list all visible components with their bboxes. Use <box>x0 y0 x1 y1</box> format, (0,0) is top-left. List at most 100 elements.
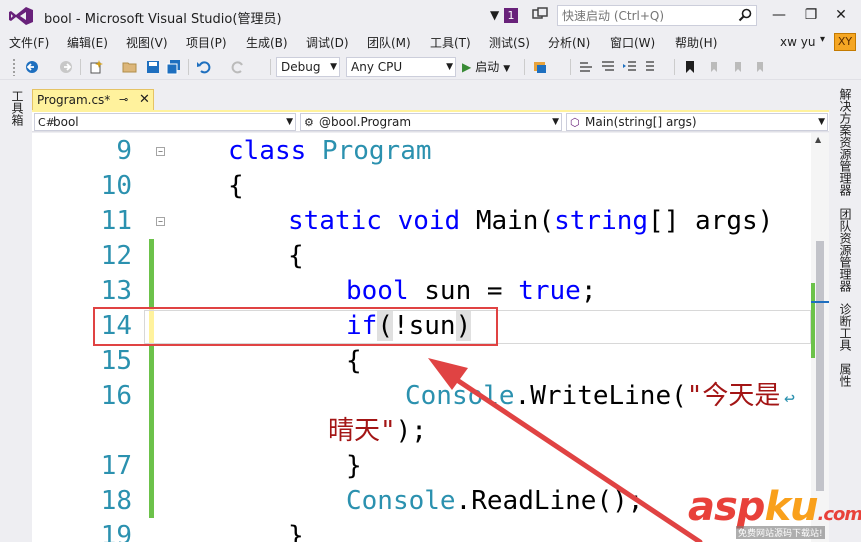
menu-file[interactable]: 文件(F) <box>9 34 49 51</box>
restore-button[interactable]: ❐ <box>796 5 826 25</box>
toolbar-separator <box>570 59 571 75</box>
pin-icon[interactable]: ⊸ <box>119 90 128 110</box>
diagnostic-tools-tab[interactable]: 诊断工具 <box>836 303 852 351</box>
toolbar-separator <box>674 59 675 75</box>
indent-icon[interactable] <box>622 59 638 75</box>
tab-program-cs[interactable]: Program.cs* ⊸ ✕ <box>32 89 154 111</box>
menu-team[interactable]: 团队(M) <box>367 34 411 51</box>
project-value: bool <box>53 115 79 129</box>
member-dropdown[interactable]: ⬡ Main(string[] args) ▼ <box>566 113 828 131</box>
user-name[interactable]: xw yu <box>780 35 815 49</box>
menu-analyze[interactable]: 分析(N) <box>548 34 590 51</box>
navigate-back-icon[interactable] <box>24 59 40 75</box>
chevron-down-icon: ▼ <box>552 117 559 127</box>
outdent-icon[interactable] <box>644 59 660 75</box>
type-dropdown[interactable]: ⚙ @bool.Program ▼ <box>300 113 562 131</box>
solution-platform-dropdown[interactable]: Any CPU ▼ <box>346 57 456 77</box>
code-line: bool sun = true; <box>346 274 596 309</box>
code-token: } <box>288 521 304 542</box>
code-token: [] args) <box>648 206 774 236</box>
menu-window[interactable]: 窗口(W) <box>610 34 655 51</box>
code-token: .WriteLine( <box>514 381 687 411</box>
avatar[interactable]: XY <box>834 33 856 51</box>
start-label: 启动 <box>475 60 500 74</box>
change-bar-saved <box>149 413 154 518</box>
code-line: } <box>346 449 362 484</box>
clear-bookmarks-icon[interactable] <box>752 59 768 75</box>
code-token: Main( <box>475 206 555 236</box>
notification-count-badge: 1 <box>504 8 518 23</box>
collapse-toggle[interactable]: − <box>156 217 165 226</box>
code-line: static void Main(string[] args) <box>288 204 773 239</box>
save-icon[interactable] <box>145 59 161 75</box>
bookmark-icon[interactable] <box>682 59 698 75</box>
toolbar-separator <box>188 59 189 75</box>
chevron-down-icon: ▼ <box>446 62 453 72</box>
code-token: ); <box>395 416 427 446</box>
save-all-icon[interactable] <box>166 59 182 75</box>
properties-tab[interactable]: 属性 <box>836 363 852 387</box>
next-bookmark-icon[interactable] <box>730 59 746 75</box>
highlight-annotation-box <box>93 307 498 346</box>
code-token: ; <box>580 276 597 306</box>
solution-explorer-tab[interactable]: 解决方案资源管理器 <box>836 88 852 196</box>
code-token: { <box>346 346 362 376</box>
code-line: { <box>346 344 362 379</box>
minimize-button[interactable]: — <box>764 5 794 25</box>
watermark-tagline: 免费网站源码下载站! <box>736 526 825 539</box>
menu-test[interactable]: 测试(S) <box>489 34 530 51</box>
close-window-button[interactable]: ✕ <box>826 5 856 25</box>
play-icon: ▶ <box>462 60 472 74</box>
browser-link-icon[interactable] <box>532 59 548 75</box>
project-dropdown[interactable]: C# bool ▼ <box>34 113 296 131</box>
redo-icon[interactable] <box>230 59 246 75</box>
code-token: true <box>518 276 581 306</box>
menu-build[interactable]: 生成(B) <box>246 34 288 51</box>
tab-label: Program.cs* <box>37 93 111 107</box>
solution-configuration-value: Debug <box>281 60 321 74</box>
menu-debug[interactable]: 调试(D) <box>306 34 349 51</box>
scroll-up-arrow-icon[interactable]: ▲ <box>815 135 821 144</box>
menu-project[interactable]: 项目(P) <box>186 34 227 51</box>
code-line: } <box>288 519 304 542</box>
start-debugging-button[interactable]: ▶ 启动 ▼ <box>462 58 510 76</box>
menu-help[interactable]: 帮助(H) <box>675 34 717 51</box>
notifications-button[interactable]: ▼ 1 <box>490 7 520 25</box>
title-bar: bool - Microsoft Visual Studio(管理员) ▼ 1 … <box>0 0 861 32</box>
code-token: 晴天" <box>328 416 396 446</box>
toolbox-tab[interactable]: 工具箱 <box>8 90 24 126</box>
line-number: 9 <box>116 136 132 166</box>
menu-edit[interactable]: 编辑(E) <box>67 34 108 51</box>
close-icon[interactable]: ✕ <box>139 90 150 110</box>
toolbar-grip[interactable] <box>12 58 16 76</box>
line-number: 16 <box>100 381 132 411</box>
menu-view[interactable]: 视图(V) <box>126 34 168 51</box>
navigate-forward-icon[interactable] <box>58 59 74 75</box>
collapse-toggle[interactable]: − <box>156 147 165 156</box>
comment-icon[interactable] <box>600 59 616 75</box>
code-token: "今天是 <box>686 381 781 411</box>
team-explorer-tab[interactable]: 团队资源管理器 <box>836 208 852 292</box>
undo-icon[interactable] <box>196 59 212 75</box>
vertical-scrollbar[interactable]: ▲ <box>811 133 829 542</box>
quick-launch-box[interactable] <box>557 5 757 26</box>
open-file-icon[interactable] <box>122 59 138 75</box>
chevron-down-icon[interactable]: ▾ <box>820 34 825 45</box>
new-project-icon[interactable] <box>88 59 104 75</box>
code-line: Console.ReadLine(); <box>346 484 643 519</box>
previous-bookmark-icon[interactable] <box>706 59 722 75</box>
scroll-thumb[interactable] <box>816 241 824 491</box>
word-wrap-icon: ↩ <box>784 388 795 409</box>
code-editor[interactable]: − − 9 10 11 12 13 14 15 16 17 18 19 clas… <box>32 133 811 542</box>
menu-tools[interactable]: 工具(T) <box>430 34 471 51</box>
solution-configuration-dropdown[interactable]: Debug ▼ <box>276 57 340 77</box>
step-over-icon[interactable] <box>578 59 594 75</box>
quick-launch-input[interactable] <box>558 6 733 25</box>
line-number: 15 <box>100 346 132 376</box>
solution-platform-value: Any CPU <box>351 60 403 74</box>
watermark-logo: aspku.com 免费网站源码下载站! <box>688 484 861 542</box>
left-tool-strip <box>0 82 32 542</box>
line-number: 12 <box>100 241 132 271</box>
feedback-icon[interactable] <box>532 7 548 23</box>
menu-bar: 文件(F) 编辑(E) 视图(V) 项目(P) 生成(B) 调试(D) 团队(M… <box>0 32 861 52</box>
